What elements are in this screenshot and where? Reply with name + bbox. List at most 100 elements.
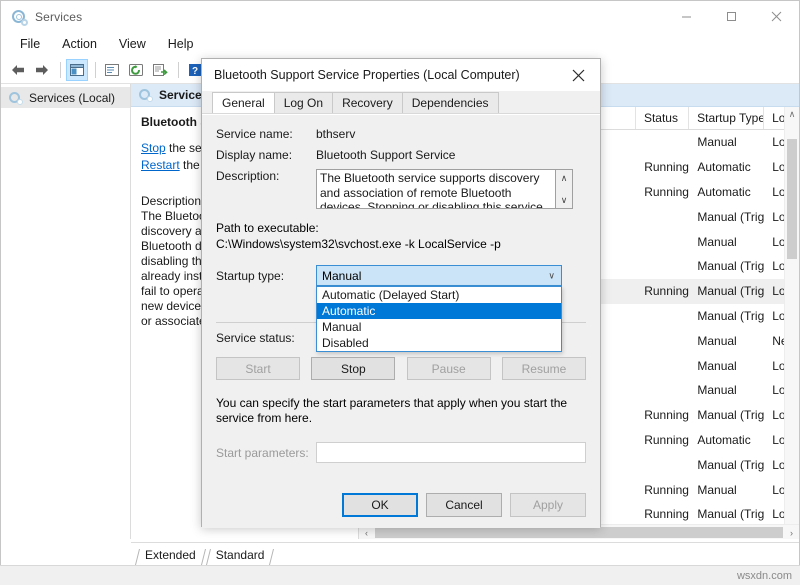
properties-icon[interactable] xyxy=(101,59,123,81)
menu-file[interactable]: File xyxy=(9,34,51,54)
cell-status: Running xyxy=(636,507,689,521)
start-parameters-row: Start parameters: xyxy=(216,442,586,463)
bottom-strip xyxy=(0,565,800,585)
start-parameters-hint: You can specify the start parameters tha… xyxy=(216,396,586,426)
refresh-icon[interactable] xyxy=(125,59,147,81)
column-header-status[interactable]: Status xyxy=(636,107,689,129)
cell-startup-type: Automatic xyxy=(689,433,764,447)
cell-startup-type: Manual xyxy=(689,359,764,373)
restart-service-link[interactable]: Restart xyxy=(141,158,180,172)
menu-help[interactable]: Help xyxy=(157,34,205,54)
export-list-icon[interactable] xyxy=(149,59,171,81)
startup-option-automatic-delayed-start[interactable]: Automatic (Delayed Start) xyxy=(317,287,561,303)
cell-status: Running xyxy=(636,160,689,174)
services-gear-icon xyxy=(139,88,153,102)
start-button[interactable]: Start xyxy=(216,357,300,380)
cell-startup-type: Manual xyxy=(689,235,764,249)
cell-startup-type: Automatic xyxy=(689,160,764,174)
cell-startup-type: Manual (Trig... xyxy=(689,309,764,323)
toolbar-separator xyxy=(95,62,96,78)
description-label: Description: xyxy=(216,169,316,209)
tree-item-services-local[interactable]: Services (Local) xyxy=(1,87,130,108)
startup-type-label: Startup type: xyxy=(216,269,316,283)
cell-status: Running xyxy=(636,408,689,422)
startup-type-selected-value: Manual xyxy=(322,269,361,283)
dialog-footer: OK Cancel Apply xyxy=(202,482,600,528)
window-titlebar: Services xyxy=(1,1,799,32)
toolbar-separator xyxy=(60,62,61,78)
cell-startup-type: Manual xyxy=(689,483,764,497)
scroll-right-icon[interactable]: › xyxy=(784,525,799,539)
startup-type-combobox[interactable]: Manual ∨ xyxy=(316,265,562,286)
description-scrollbar[interactable]: ∧ ∨ xyxy=(556,169,573,209)
cancel-button[interactable]: Cancel xyxy=(426,493,502,517)
ok-button[interactable]: OK xyxy=(342,493,418,517)
scroll-up-icon[interactable]: ∧ xyxy=(785,107,799,122)
cell-startup-type: Manual (Trig... xyxy=(689,458,764,472)
start-parameters-label: Start parameters: xyxy=(216,446,316,460)
forward-arrow-icon[interactable] xyxy=(31,59,53,81)
menu-view[interactable]: View xyxy=(108,34,157,54)
cell-startup-type: Manual (Trig... xyxy=(689,284,764,298)
dialog-titlebar: Bluetooth Support Service Properties (Lo… xyxy=(202,59,600,91)
close-button[interactable] xyxy=(754,1,799,32)
service-name-value: bthserv xyxy=(316,127,355,141)
tab-log-on[interactable]: Log On xyxy=(274,92,333,113)
stop-service-link[interactable]: Stop xyxy=(141,141,166,155)
startup-option-manual[interactable]: Manual xyxy=(317,319,561,335)
cell-status: Running xyxy=(636,433,689,447)
display-name-value: Bluetooth Support Service xyxy=(316,148,455,162)
stop-button[interactable]: Stop xyxy=(311,357,395,380)
cell-startup-type: Manual (Trig... xyxy=(689,259,764,273)
minimize-button[interactable] xyxy=(664,1,709,32)
show-hide-console-tree-icon[interactable] xyxy=(66,59,88,81)
dialog-tabs: General Log On Recovery Dependencies xyxy=(202,91,600,114)
startup-type-dropdown-list[interactable]: Automatic (Delayed Start)AutomaticManual… xyxy=(316,286,562,352)
cell-startup-type: Manual xyxy=(689,135,764,149)
console-tree-pane: Services (Local) xyxy=(1,84,131,539)
service-properties-dialog: Bluetooth Support Service Properties (Lo… xyxy=(201,58,601,527)
description-scroll-up-icon[interactable]: ∧ xyxy=(561,170,568,186)
menu-action[interactable]: Action xyxy=(51,34,108,54)
description-scroll-down-icon[interactable]: ∨ xyxy=(561,192,568,208)
list-vertical-scrollbar[interactable]: ∧ ∨ xyxy=(784,107,799,539)
startup-type-row: Startup type: Manual ∨ Automatic (Delaye… xyxy=(216,265,586,286)
chevron-down-icon[interactable]: ∨ xyxy=(548,270,555,281)
column-header-startup-type[interactable]: Startup Type xyxy=(689,107,764,129)
window-controls xyxy=(664,1,799,32)
horizontal-scroll-thumb[interactable] xyxy=(375,527,783,538)
cell-startup-type: Manual (Trig... xyxy=(689,408,764,422)
path-to-executable-value: C:\Windows\system32\svchost.exe -k Local… xyxy=(216,237,586,251)
back-arrow-icon[interactable] xyxy=(7,59,29,81)
screenshot-root: Services File Action View Help xyxy=(0,0,800,585)
description-textbox[interactable]: The Bluetooth service supports discovery… xyxy=(316,169,556,209)
tab-standard[interactable]: Standard xyxy=(206,546,275,565)
tab-extended[interactable]: Extended xyxy=(135,546,206,565)
service-status-label: Service status: xyxy=(216,331,316,345)
display-name-row: Display name: Bluetooth Support Service xyxy=(216,148,586,162)
startup-option-disabled[interactable]: Disabled xyxy=(317,335,561,351)
dialog-general-panel: Service name: bthserv Display name: Blue… xyxy=(202,114,600,528)
view-tabs: Extended Standard xyxy=(131,542,799,565)
maximize-button[interactable] xyxy=(709,1,754,32)
description-row: Description: The Bluetooth service suppo… xyxy=(216,169,586,209)
service-name-label: Service name: xyxy=(216,127,316,141)
resume-button[interactable]: Resume xyxy=(502,357,586,380)
tab-general[interactable]: General xyxy=(212,92,275,113)
apply-button[interactable]: Apply xyxy=(510,493,586,517)
svg-text:?: ? xyxy=(192,66,198,77)
startup-option-automatic[interactable]: Automatic xyxy=(317,303,561,319)
services-gear-icon xyxy=(11,9,27,25)
start-parameters-input[interactable] xyxy=(316,442,586,463)
cell-startup-type: Automatic xyxy=(689,185,764,199)
cell-startup-type: Manual (Trig... xyxy=(689,507,764,521)
dialog-close-icon[interactable] xyxy=(556,59,600,91)
tree-item-label: Services (Local) xyxy=(29,91,115,105)
watermark: wsxdn.com xyxy=(737,570,792,582)
pause-button[interactable]: Pause xyxy=(407,357,491,380)
tab-dependencies[interactable]: Dependencies xyxy=(402,92,499,113)
tab-recovery[interactable]: Recovery xyxy=(332,92,403,113)
vertical-scroll-thumb[interactable] xyxy=(787,139,797,259)
cell-startup-type: Manual xyxy=(689,334,764,348)
cell-startup-type: Manual xyxy=(689,383,764,397)
